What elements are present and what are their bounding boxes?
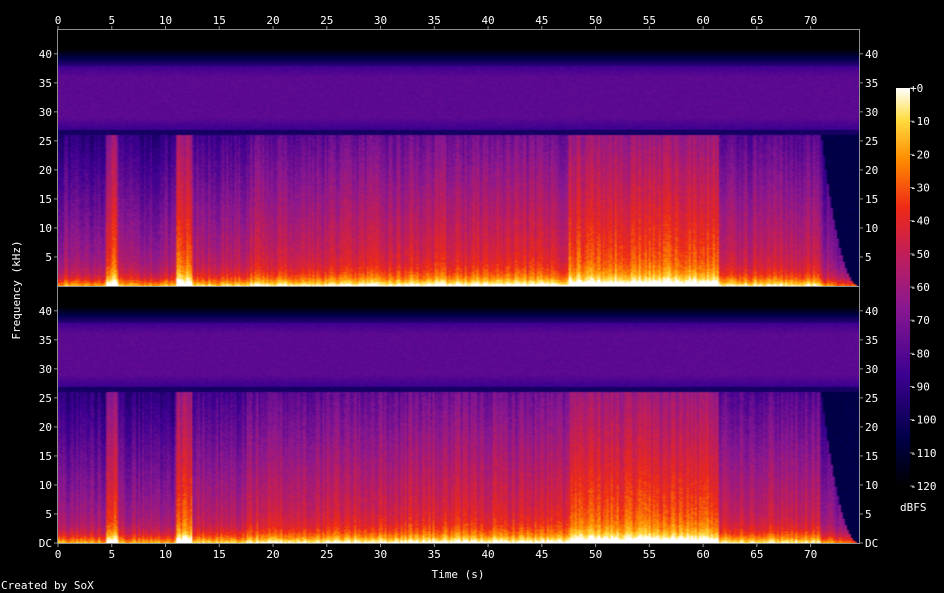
x-tick-label-top: 20 (266, 14, 279, 27)
y-tick-label-left: 25 (39, 135, 52, 148)
x-tick-label-bottom: 45 (535, 548, 548, 561)
x-tick-label-bottom: 70 (804, 548, 817, 561)
y-tick-label-right: 40 (865, 48, 878, 61)
y-tick-label-left: 35 (39, 77, 52, 90)
spectrogram-image-bottom (58, 287, 859, 543)
x-tick-label-bottom: 15 (213, 548, 226, 561)
y-tick-label-right: 15 (865, 193, 878, 206)
spectrogram-chart: 0055101015152020252530303535404045455050… (1, 14, 937, 592)
x-tick-label-bottom: 0 (55, 548, 62, 561)
y-tick-label-right: 10 (865, 222, 878, 235)
x-tick-label-top: 30 (374, 14, 387, 27)
x-tick-label-top: 60 (696, 14, 709, 27)
y-tick-label-right: 20 (865, 164, 878, 177)
x-tick-label-top: 55 (643, 14, 656, 27)
colorbar-tick-label: -120 (910, 480, 937, 493)
y-tick-label-left: 40 (39, 305, 52, 318)
y-axis-label: Frequency (kHz) (10, 240, 23, 339)
x-tick-label-top: 50 (589, 14, 602, 27)
y-tick-label-left: DC (39, 537, 52, 550)
y-tick-label-right: 30 (865, 363, 878, 376)
x-tick-label-top: 65 (750, 14, 763, 27)
y-tick-label-right: 40 (865, 305, 878, 318)
y-tick-label-left: 40 (39, 48, 52, 61)
y-tick-label-right: 25 (865, 392, 878, 405)
y-tick-label-left: 15 (39, 193, 52, 206)
y-tick-label-left: 20 (39, 421, 52, 434)
x-tick-label-top: 0 (55, 14, 62, 27)
channel-plot-top (57, 29, 860, 287)
x-tick-label-bottom: 30 (374, 548, 387, 561)
x-tick-label-top: 25 (320, 14, 333, 27)
y-tick-label-left: 25 (39, 392, 52, 405)
colorbar-strip (896, 88, 910, 486)
x-tick-label-top: 10 (159, 14, 172, 27)
y-tick-label-right: 20 (865, 421, 878, 434)
x-tick-label-bottom: 25 (320, 548, 333, 561)
channel-plot-bottom (57, 286, 860, 544)
y-tick-label-right: 25 (865, 135, 878, 148)
colorbar-tick-label: +0 (910, 82, 923, 95)
x-tick-label-bottom: 35 (428, 548, 441, 561)
y-tick-label-right: 35 (865, 77, 878, 90)
x-tick-label-bottom: 65 (750, 548, 763, 561)
y-tick-label-left: 15 (39, 450, 52, 463)
y-tick-label-left: 5 (45, 251, 52, 264)
colorbar-ticks: +0 -10 -20 -30 -40 -50 -60 -70 -80 -90 -100 -110 -12… (910, 82, 937, 493)
x-tick-label-bottom: 10 (159, 548, 172, 561)
footer-credit: Created by SoX (1, 579, 94, 592)
x-tick-label-bottom: 20 (266, 548, 279, 561)
y-tick-label-right: 35 (865, 334, 878, 347)
y-tick-label-left: 30 (39, 363, 52, 376)
y-tick-label-left: 10 (39, 479, 52, 492)
x-tick-label-bottom: 60 (696, 548, 709, 561)
y-tick-label-left: 20 (39, 164, 52, 177)
colorbar-tick-label: -50 (910, 248, 930, 261)
x-tick-label-bottom: 40 (481, 548, 494, 561)
x-tick-label-bottom: 50 (589, 548, 602, 561)
colorbar-tick-label: -60 (910, 281, 930, 294)
y-tick-label-left: 5 (45, 508, 52, 521)
x-tick-label-top: 45 (535, 14, 548, 27)
colorbar-tick-label: -40 (910, 215, 930, 228)
x-tick-label-top: 5 (108, 14, 115, 27)
colorbar-tick-label: -10 (910, 115, 930, 128)
x-tick-label-bottom: 55 (643, 548, 656, 561)
y-tick-label-right: 5 (865, 251, 872, 264)
colorbar-tick-label: -100 (910, 414, 937, 427)
x-tick-label-top: 40 (481, 14, 494, 27)
spectrogram-image-top (58, 30, 859, 286)
colorbar-tick-label: -80 (910, 347, 930, 360)
y-tick-label-right: 30 (865, 106, 878, 119)
y-tick-label-left: 35 (39, 334, 52, 347)
y-tick-label-right: 10 (865, 479, 878, 492)
colorbar-tick-label: -20 (910, 148, 930, 161)
colorbar-tick-label: -30 (910, 182, 930, 195)
x-tick-label-top: 15 (213, 14, 226, 27)
y-tick-label-left: 30 (39, 106, 52, 119)
x-tick-label-top: 35 (428, 14, 441, 27)
y-tick-label-left: 10 (39, 222, 52, 235)
colorbar-tick-label: -110 (910, 447, 937, 460)
y-tick-label-right: 5 (865, 508, 872, 521)
x-axis-label: Time (s) (432, 568, 485, 581)
colorbar-tick-label: -70 (910, 314, 930, 327)
y-tick-label-right: 15 (865, 450, 878, 463)
colorbar: +0 -10 -20 -30 -40 -50 -60 -70 -80 -90 -100 -110 -12… (896, 82, 937, 514)
y-tick-label-right: DC (865, 537, 878, 550)
plots-group (57, 29, 860, 544)
x-tick-label-top: 70 (804, 14, 817, 27)
colorbar-tick-label: -90 (910, 381, 930, 394)
colorbar-label: dBFS (900, 501, 927, 514)
x-tick-label-bottom: 5 (108, 548, 115, 561)
